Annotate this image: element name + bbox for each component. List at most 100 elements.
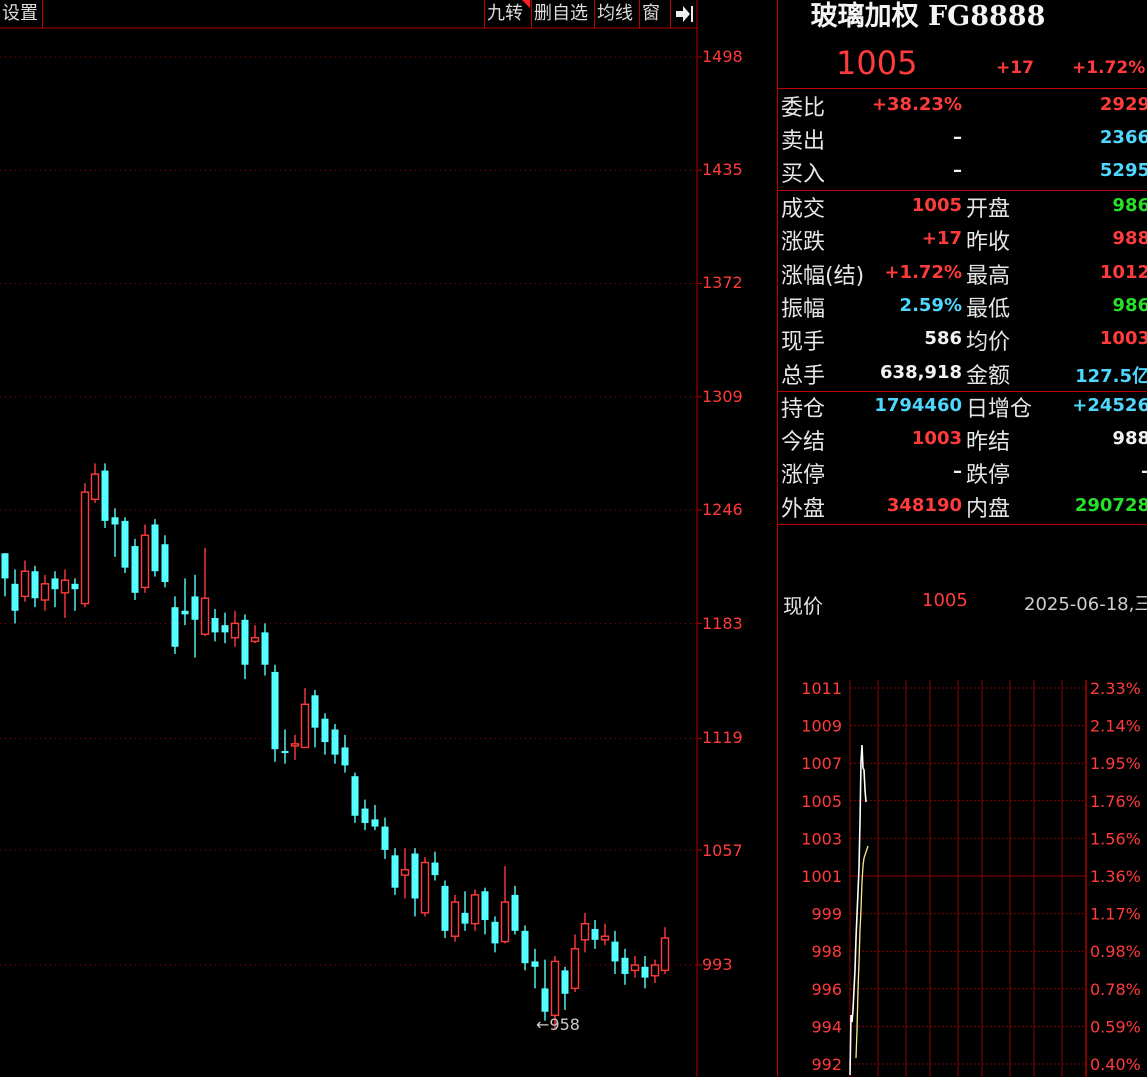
stat-value: +1.72% — [884, 261, 962, 283]
stat-label: 开盘 — [966, 197, 1011, 222]
price-tick: 1057 — [702, 841, 743, 860]
stat-label: 最高 — [966, 263, 1011, 289]
candle-body-up — [140, 534, 150, 589]
mini-price-label: 1011 — [801, 679, 842, 698]
candle-body-up — [580, 922, 590, 941]
price-tick: 1119 — [702, 728, 743, 747]
stat-label: 昨收 — [966, 230, 1011, 256]
quote-panel: 玻璃加权 FG8888 1005 +17 +1.72% 委比 +38.23% 292… — [777, 0, 1147, 1077]
candle-body-down — [511, 894, 519, 931]
mini-pct-label: 2.14% — [1090, 717, 1141, 736]
row-value: 5295 — [1099, 160, 1147, 181]
moving-average-button[interactable]: 均线 — [594, 0, 639, 28]
stat-row: 今结 1003 昨结 988 — [778, 424, 1147, 457]
candle-body-down — [321, 718, 329, 743]
stat-label: 今结 — [781, 430, 826, 456]
stat-row: 现手 586 均价 1003 — [778, 324, 1147, 357]
mini-price-label: 1009 — [801, 717, 842, 736]
candle-body-down — [121, 520, 129, 568]
candle-body-down — [621, 957, 629, 974]
candle-body-down — [431, 862, 439, 876]
stat-row: 总手 638,918 金额 127.5亿 — [778, 358, 1147, 391]
candle-body-up — [290, 743, 300, 747]
row-value: – — [953, 160, 962, 181]
price-tick: 1183 — [702, 614, 743, 633]
current-tick-row: 现价 1005 2025-06-18,三 — [778, 590, 1147, 618]
stat-value: +17 — [921, 228, 962, 250]
candle-body-up — [90, 473, 100, 501]
mini-pct-label: 1.76% — [1090, 792, 1141, 811]
mini-price-label: 1003 — [801, 829, 842, 848]
stat-value: 1794460 — [874, 394, 962, 416]
candle-body-down — [111, 517, 119, 525]
settings-button[interactable]: 设置 — [0, 0, 43, 28]
stat-value: 586 — [924, 328, 962, 350]
price-tick: 1372 — [702, 273, 743, 292]
candle-body-down — [391, 855, 399, 888]
candle-body-up — [250, 637, 260, 643]
candle-body-down — [641, 966, 649, 978]
stat-value: 1003 — [911, 428, 962, 450]
candle-body-down — [361, 808, 369, 823]
stat-row: 持仓 1794460 日增仓 +24526 — [778, 391, 1147, 424]
mini-pct-label: 0.59% — [1090, 1017, 1141, 1036]
kline-chart[interactable] — [0, 0, 777, 1077]
mini-price-label: 992 — [811, 1055, 842, 1074]
mini-pct-label: 0.78% — [1090, 980, 1141, 999]
candle-body-down — [101, 470, 109, 521]
row-label: 委比 — [781, 96, 826, 121]
stat-value: 348190 — [886, 494, 962, 516]
price-summary: 1005 +17 +1.72% — [778, 44, 1147, 88]
candle-body-down — [211, 617, 219, 633]
stat-label: 跌停 — [966, 463, 1011, 489]
stat-label: 金额 — [966, 363, 1011, 389]
candle-body-down — [281, 751, 289, 754]
intraday-mini-chart[interactable]: 1011 2.33% 1009 2.14% 1007 1.95% 1005 1.76% 1003… — [778, 670, 1147, 1077]
candle-body-up — [200, 597, 210, 635]
candle-body-down — [71, 583, 79, 590]
candle-body-down — [171, 607, 179, 647]
price-tick: 1435 — [702, 160, 743, 179]
candle-body-up — [20, 570, 30, 598]
price-tick: 993 — [702, 955, 733, 974]
candle-body-down — [591, 929, 599, 940]
candle-body-down — [311, 695, 319, 728]
candle-body-down — [441, 885, 449, 931]
instrument-title: 玻璃加权 FG8888 — [810, 1, 1046, 32]
candle-body-up — [600, 935, 610, 941]
arrow-right-bar-icon — [676, 6, 693, 22]
stat-value: 1003 — [1099, 328, 1147, 350]
tick-date: 2025-06-18,三 — [1024, 594, 1147, 615]
remove-watchlist-button[interactable]: 删自选 — [531, 0, 594, 28]
candle-body-up — [550, 960, 560, 1017]
candle-body-down — [161, 544, 169, 583]
stat-label: 成交 — [781, 197, 826, 222]
candle-body-up — [300, 703, 310, 749]
stat-value: – — [953, 461, 962, 483]
candle-body-up — [420, 861, 430, 914]
kline-chart-area[interactable]: 设置 九转 删自选 均线 窗 1498 1435 1372 1309 1246 … — [0, 0, 777, 1077]
row-label: 买入 — [781, 162, 826, 187]
candle-body-down — [351, 776, 359, 816]
collapse-panel-icon[interactable] — [670, 0, 697, 28]
stat-value: 638,918 — [880, 361, 962, 383]
stat-value: 988 — [1112, 428, 1147, 450]
candle-body-down — [1, 553, 9, 579]
row-value: – — [953, 127, 962, 148]
divider — [778, 524, 1147, 525]
row-value: +38.23% — [871, 94, 962, 115]
stat-label: 现手 — [781, 330, 826, 356]
candle-body-down — [611, 941, 619, 962]
price-tick: 1309 — [702, 387, 743, 406]
candle-body-up — [230, 622, 240, 639]
stat-row: 振幅 2.59% 最低 986 — [778, 291, 1147, 324]
candle-body-up — [570, 948, 580, 990]
candle-body-down — [331, 729, 339, 755]
bid-ask-row: 买入 – 5295 — [778, 156, 1147, 189]
candle-body-up — [60, 579, 70, 594]
divider — [778, 391, 1147, 392]
mini-price-label: 998 — [811, 942, 842, 961]
price-change: +17 — [996, 58, 1034, 78]
mini-pct-label: 1.36% — [1090, 867, 1141, 886]
window-button[interactable]: 窗 — [639, 0, 670, 28]
